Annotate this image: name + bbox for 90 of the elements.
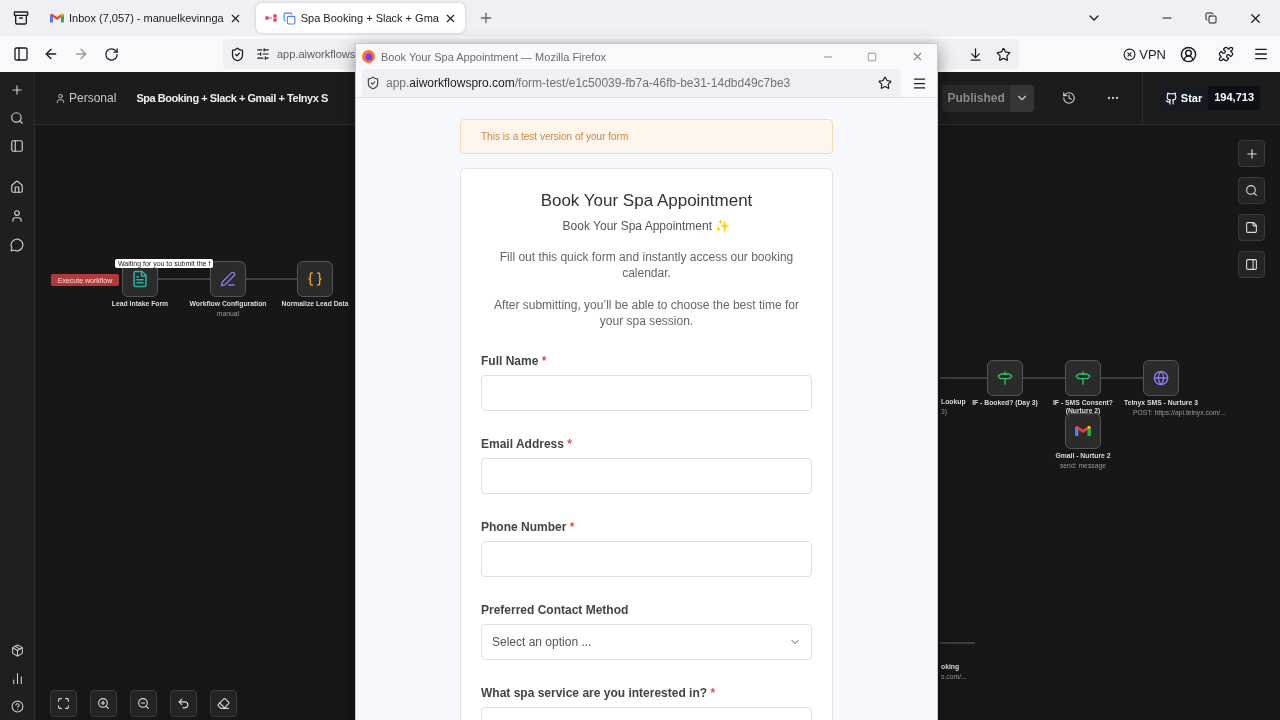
form-description: Fill out this quick form and instantly access our booking calendar.	[498, 249, 795, 281]
add-node-button[interactable]	[1238, 140, 1265, 167]
github-icon	[1164, 91, 1178, 105]
sidebar-icon[interactable]	[13, 46, 29, 62]
package-icon[interactable]	[10, 643, 24, 657]
chart-icon[interactable]	[10, 671, 24, 685]
back-icon[interactable]	[43, 46, 59, 62]
tab-title: Inbox (7,057) - manuelkevinnga	[69, 12, 224, 24]
workflow-node[interactable]	[297, 261, 333, 297]
form-description: After submitting, you’ll be able to choose the best time for your spa session.	[493, 297, 800, 329]
note-icon	[1245, 221, 1258, 234]
publish-button[interactable]: Published	[942, 84, 1010, 112]
form-subtitle: Book Your Spa Appointment ✨	[561, 219, 732, 233]
browser-logo-icon	[362, 50, 375, 63]
browser-tab[interactable]: Spa Booking + Slack + Gma	[255, 3, 465, 33]
form-title: Book Your Spa Appointment	[539, 191, 754, 211]
tab-list-icon[interactable]	[13, 10, 29, 26]
shield-icon[interactable]	[229, 46, 245, 62]
undo-button[interactable]	[170, 690, 197, 717]
form-icon	[131, 270, 149, 288]
search-icon[interactable]	[10, 111, 24, 125]
field-label: What spa service are you interested in? *	[481, 686, 717, 700]
signpost-icon	[997, 370, 1013, 386]
publish-menu-button[interactable]	[1009, 84, 1034, 112]
mail-icon	[1075, 425, 1091, 437]
url-text[interactable]: app.aiworkflows	[277, 48, 356, 60]
zoom-out-icon	[137, 697, 150, 710]
field-label: Phone Number *	[481, 520, 576, 534]
home-icon[interactable]	[10, 180, 24, 194]
field-label: Preferred Contact Method	[481, 603, 630, 617]
page-icon	[282, 11, 296, 25]
account-icon[interactable]	[1179, 45, 1197, 63]
reload-icon[interactable]	[103, 46, 119, 62]
window-title: Book Your Spa Appointment — Mozilla Firefox	[381, 50, 607, 63]
panel-button[interactable]	[1238, 251, 1265, 278]
star-count: 194,713	[1208, 86, 1260, 110]
signpost-icon	[1075, 370, 1091, 386]
browser-tab[interactable]: Inbox (7,057) - manuelkevinnga	[42, 3, 250, 33]
project-link[interactable]: Personal	[55, 91, 117, 105]
input-field[interactable]	[481, 375, 812, 411]
zoom-out-button[interactable]	[130, 690, 157, 717]
shield-icon[interactable]	[366, 76, 380, 90]
star-icon[interactable]	[995, 46, 1011, 62]
search-button[interactable]	[1238, 177, 1265, 204]
workflow-icon	[263, 14, 278, 22]
workflow-node[interactable]	[1065, 413, 1101, 449]
field-label: Full Name *	[481, 354, 548, 368]
puzzle-icon[interactable]	[1218, 46, 1234, 62]
zoom-in-button[interactable]	[90, 690, 117, 717]
user-icon	[55, 92, 66, 104]
input-field[interactable]	[481, 458, 812, 494]
panel-icon[interactable]	[10, 139, 24, 153]
star-icon[interactable]	[878, 76, 892, 90]
vpn-button[interactable]: VPN	[1119, 40, 1170, 68]
menu-icon[interactable]	[1253, 46, 1269, 62]
vpn-status-icon	[1123, 47, 1137, 61]
user-icon[interactable]	[10, 209, 24, 223]
mail-icon	[50, 12, 64, 24]
field-label: Email Address *	[481, 437, 573, 451]
globe-icon	[1153, 370, 1169, 386]
history-icon[interactable]	[1061, 91, 1076, 105]
sliders-icon[interactable]	[256, 47, 270, 61]
tab-title: Spa Booking + Slack + Gma	[300, 12, 439, 24]
workflow-title[interactable]: Spa Booking + Slack + Gmail + Telnyx S	[136, 92, 328, 104]
plus-icon	[1244, 146, 1259, 161]
input-field[interactable]	[481, 541, 812, 577]
workflow-node[interactable]	[210, 261, 246, 297]
restore-icon[interactable]	[1205, 12, 1217, 24]
undo-icon	[177, 697, 190, 710]
panel-icon	[1245, 258, 1258, 271]
search-icon	[1245, 184, 1258, 197]
chat-icon[interactable]	[10, 238, 24, 252]
workflow-node[interactable]	[987, 360, 1023, 396]
braces-icon	[307, 271, 323, 287]
workflow-node[interactable]	[1143, 360, 1179, 396]
zoom-in-icon	[97, 697, 110, 710]
tidy-up-button[interactable]	[210, 690, 237, 717]
sticky-note-button[interactable]	[1238, 214, 1265, 241]
github-star-button[interactable]: Star	[1158, 86, 1209, 110]
select-field[interactable]: Select an option ...	[481, 624, 812, 660]
menu-icon[interactable]	[911, 75, 927, 91]
help-icon[interactable]	[10, 699, 24, 713]
pen-icon	[220, 271, 236, 287]
forward-icon[interactable]	[73, 46, 89, 62]
test-banner: This is a test version of your form	[460, 119, 833, 154]
fit-view-icon	[57, 697, 70, 710]
fit-view-button[interactable]	[50, 690, 77, 717]
workflow-node[interactable]	[1065, 360, 1101, 396]
plus-icon[interactable]	[10, 83, 24, 97]
eraser-icon	[217, 697, 230, 710]
